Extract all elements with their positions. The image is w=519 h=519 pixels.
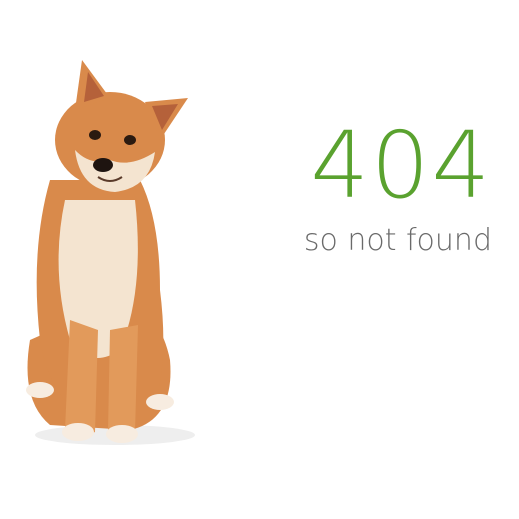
error-code: 404 (310, 112, 492, 219)
error-message-block: 404 so not found (292, 120, 492, 258)
error-message: so not found (303, 223, 492, 258)
error-page: 404 so not found (0, 0, 519, 519)
dog-photo (26, 60, 195, 445)
